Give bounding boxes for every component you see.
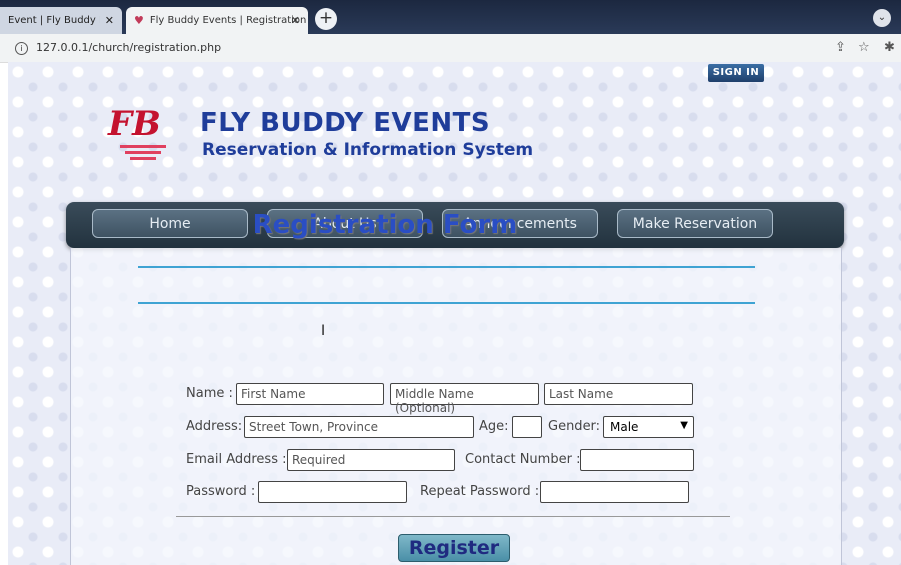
address-label: Address: [186, 419, 243, 434]
signin-button[interactable]: SIGN IN [708, 64, 764, 82]
last-name-input[interactable]: Last Name [544, 383, 693, 405]
brand-subtitle: Reservation & Information System [202, 140, 534, 160]
email-label: Email Address : [186, 452, 287, 467]
chevron-down-icon[interactable]: ⌄ [873, 9, 891, 27]
divider [176, 516, 730, 517]
browser-tabbar: Event | Fly Buddy Event ✕ ♥ Fly Buddy Ev… [0, 0, 901, 34]
address-bar[interactable]: i 127.0.0.1/church/registration.php ⇪ ☆ ✱ [0, 34, 901, 63]
text-cursor-icon: I [321, 323, 326, 339]
share-icon[interactable]: ⇪ [835, 40, 846, 55]
contact-number-label: Contact Number : [465, 452, 581, 467]
page-title: Registration Form [252, 210, 518, 240]
gender-value: Male [610, 420, 639, 434]
chevron-down-icon: ▼ [680, 420, 688, 431]
middle-name-input[interactable]: Middle Name (Optional) [390, 383, 539, 415]
favicon-icon: ♥ [134, 14, 144, 27]
address-input[interactable]: Street Town, Province [244, 416, 474, 438]
age-input[interactable] [512, 416, 542, 438]
gender-label: Gender: [548, 419, 601, 434]
extensions-icon[interactable]: ✱ [884, 40, 895, 55]
browser-tab-event[interactable]: Event | Fly Buddy Event ✕ [0, 7, 122, 34]
new-tab-button[interactable]: + [315, 8, 337, 30]
tab-title: Fly Buddy Events | Registration [149, 15, 307, 26]
form-panel [70, 248, 842, 565]
logo: FB [108, 106, 178, 168]
age-label: Age: [479, 419, 509, 434]
brand-title: FLY BUDDY EVENTS [200, 108, 491, 138]
url-field[interactable]: i 127.0.0.1/church/registration.php [15, 41, 221, 55]
close-icon[interactable]: ✕ [105, 14, 114, 27]
register-button[interactable]: Register [398, 534, 510, 562]
logo-bar [125, 151, 161, 154]
tab-title: Event | Fly Buddy Event [8, 15, 100, 26]
logo-bar [120, 145, 166, 148]
browser-tab-registration[interactable]: ♥ Fly Buddy Events | Registration ✕ [126, 7, 308, 34]
email-input[interactable]: Required [287, 449, 455, 471]
close-icon[interactable]: ✕ [291, 14, 300, 27]
password-input[interactable] [258, 481, 407, 503]
star-icon[interactable]: ☆ [858, 40, 870, 55]
logo-text: FB [108, 104, 161, 144]
repeat-password-input[interactable] [540, 481, 689, 503]
logo-bar [130, 157, 156, 160]
divider [138, 266, 755, 268]
url-text: 127.0.0.1/church/registration.php [36, 41, 222, 54]
repeat-password-label: Repeat Password : [420, 484, 540, 499]
contact-number-input[interactable] [580, 449, 694, 471]
name-label: Name : [186, 386, 233, 401]
gender-select[interactable]: Male ▼ [603, 416, 694, 438]
first-name-input[interactable]: First Name [236, 383, 384, 405]
info-icon[interactable]: i [15, 42, 28, 55]
password-label: Password : [186, 484, 256, 499]
divider [138, 302, 755, 304]
